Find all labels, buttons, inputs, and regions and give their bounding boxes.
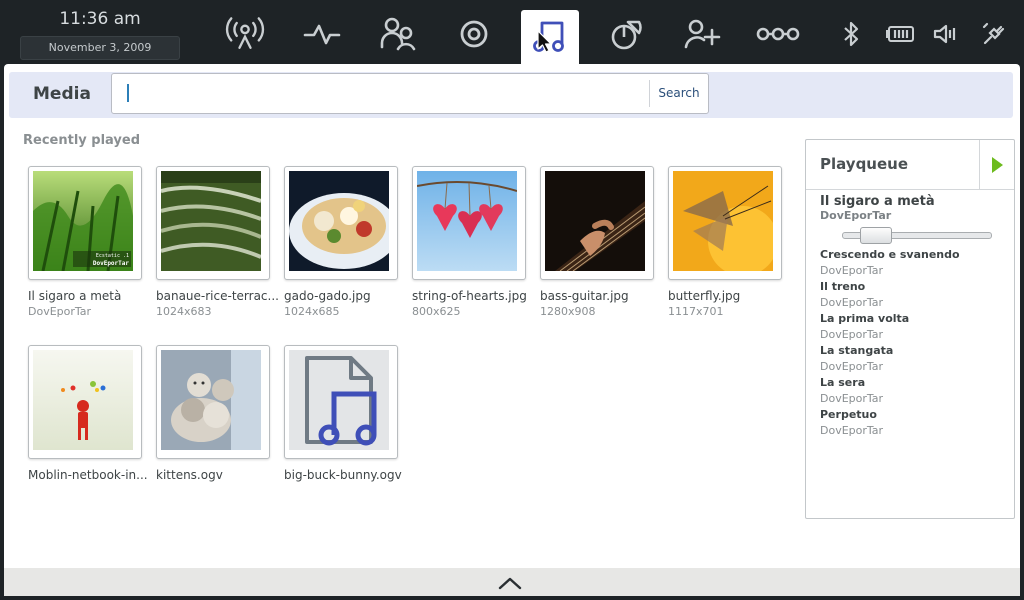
chevron-up-icon[interactable] [498,576,522,590]
media-tile[interactable]: butterfly.jpg 1117x701 [668,166,792,318]
media-tile[interactable]: kittens.ogv [156,345,280,482]
playqueue-header: Playqueue [806,140,1014,190]
tile-subtitle: 1117x701 [668,305,724,318]
toolbar: 11:36 am November 3, 2009 [0,0,1024,64]
media-tile[interactable]: Moblin-netbook-in... [28,345,152,482]
media-tile[interactable]: bass-guitar.jpg 1280x908 [540,166,664,318]
track-artist: DovEporTar [820,264,884,277]
album-text-2: DovEporTar [93,260,130,267]
list-item[interactable]: La stangata DovEporTar [820,343,960,375]
search-button[interactable]: Search [649,80,708,107]
track-title: Il treno [820,280,866,293]
seek-slider[interactable] [842,227,992,244]
clock: 11:36 am November 3, 2009 [20,6,180,60]
tile-subtitle: 1024x685 [284,305,340,318]
album-text-1: Ecstatic .1 [96,253,129,259]
media-header: Media Search [9,72,1013,118]
play-button[interactable] [979,140,1014,189]
photo-thumbnail[interactable] [284,166,398,280]
text-caret [127,84,129,102]
panel-footer [4,568,1020,596]
search-box: Search [111,73,709,114]
playqueue-title: Playqueue [820,155,909,173]
tile-subtitle: 1280x908 [540,305,596,318]
list-item[interactable]: Perpetuo DovEporTar [820,407,960,439]
tile-title: gado-gado.jpg [284,289,371,303]
media-tile[interactable]: banaue-rice-terrac... 1024x683 [156,166,280,318]
list-item[interactable]: Il treno DovEporTar [820,279,960,311]
now-playing-title: Il sigaro a metà [820,194,935,209]
now-playing-artist: DovEporTar [820,209,892,222]
photo-thumbnail[interactable] [540,166,654,280]
pasteboard-icon[interactable] [680,12,724,56]
tile-title: banaue-rice-terrac... [156,289,279,303]
battery-icon[interactable] [886,20,916,48]
media-panel: Media Search Recently played Ecstatic .1… [4,64,1020,596]
track-artist: DovEporTar [820,392,884,405]
volume-icon[interactable] [932,20,960,48]
tile-title: butterfly.jpg [668,289,741,303]
track-title: La prima volta [820,312,910,325]
tile-title: kittens.ogv [156,468,223,482]
tile-title: bass-guitar.jpg [540,289,629,303]
status-icon[interactable] [223,12,267,56]
clock-date: November 3, 2009 [20,36,180,60]
mouse-cursor-icon [537,30,552,53]
media-tile[interactable]: gado-gado.jpg 1024x685 [284,166,408,318]
play-icon [992,156,1003,173]
track-title: La stangata [820,344,894,357]
video-thumbnail[interactable] [28,345,142,459]
photo-thumbnail[interactable] [668,166,782,280]
seek-slider-handle[interactable] [860,227,892,244]
section-title: Recently played [23,133,141,148]
tile-subtitle: 1024x683 [156,305,212,318]
tile-subtitle: 800x625 [412,305,461,318]
track-artist: DovEporTar [820,360,884,373]
activity-icon[interactable] [300,12,344,56]
playqueue: Playqueue Il sigaro a metà DovEporTar Cr… [805,139,1015,519]
track-artist: DovEporTar [820,296,884,309]
list-item[interactable]: La prima volta DovEporTar [820,311,960,343]
media-tile[interactable]: big-buck-bunny.ogv [284,345,408,482]
track-title: Crescendo e svanendo [820,248,960,261]
bluetooth-icon[interactable] [837,20,865,48]
album-art-thumbnail[interactable]: Ecstatic .1 DovEporTar [28,166,142,280]
tile-title: string-of-hearts.jpg [412,289,527,303]
media-tile[interactable]: string-of-hearts.jpg 800x625 [412,166,536,318]
search-input[interactable] [124,80,648,108]
tile-title: Il sigaro a metà [28,289,122,303]
tile-title: big-buck-bunny.ogv [284,468,402,482]
photo-thumbnail[interactable] [412,166,526,280]
list-item[interactable]: La sera DovEporTar [820,375,960,407]
tile-subtitle: DovEporTar [28,305,92,318]
video-thumbnail[interactable] [284,345,398,459]
clock-time: 11:36 am [59,9,141,29]
playqueue-list: Crescendo e svanendo DovEporTar Il treno… [820,247,960,439]
track-title: La sera [820,376,866,389]
photo-thumbnail[interactable] [156,166,270,280]
video-thumbnail[interactable] [156,345,270,459]
track-artist: DovEporTar [820,424,884,437]
page-title: Media [33,84,91,104]
internet-icon[interactable] [452,12,496,56]
people-icon[interactable] [376,12,420,56]
now-playing: Il sigaro a metà DovEporTar [820,194,935,222]
track-title: Perpetuo [820,408,877,421]
tile-title: Moblin-netbook-in... [28,468,148,482]
list-item[interactable]: Crescendo e svanendo DovEporTar [820,247,960,279]
media-tile[interactable]: Ecstatic .1 DovEporTar Il sigaro a metà … [28,166,152,318]
applications-icon[interactable] [604,12,648,56]
track-artist: DovEporTar [820,328,884,341]
network-icon[interactable] [980,20,1008,48]
devices-icon[interactable] [756,12,800,56]
